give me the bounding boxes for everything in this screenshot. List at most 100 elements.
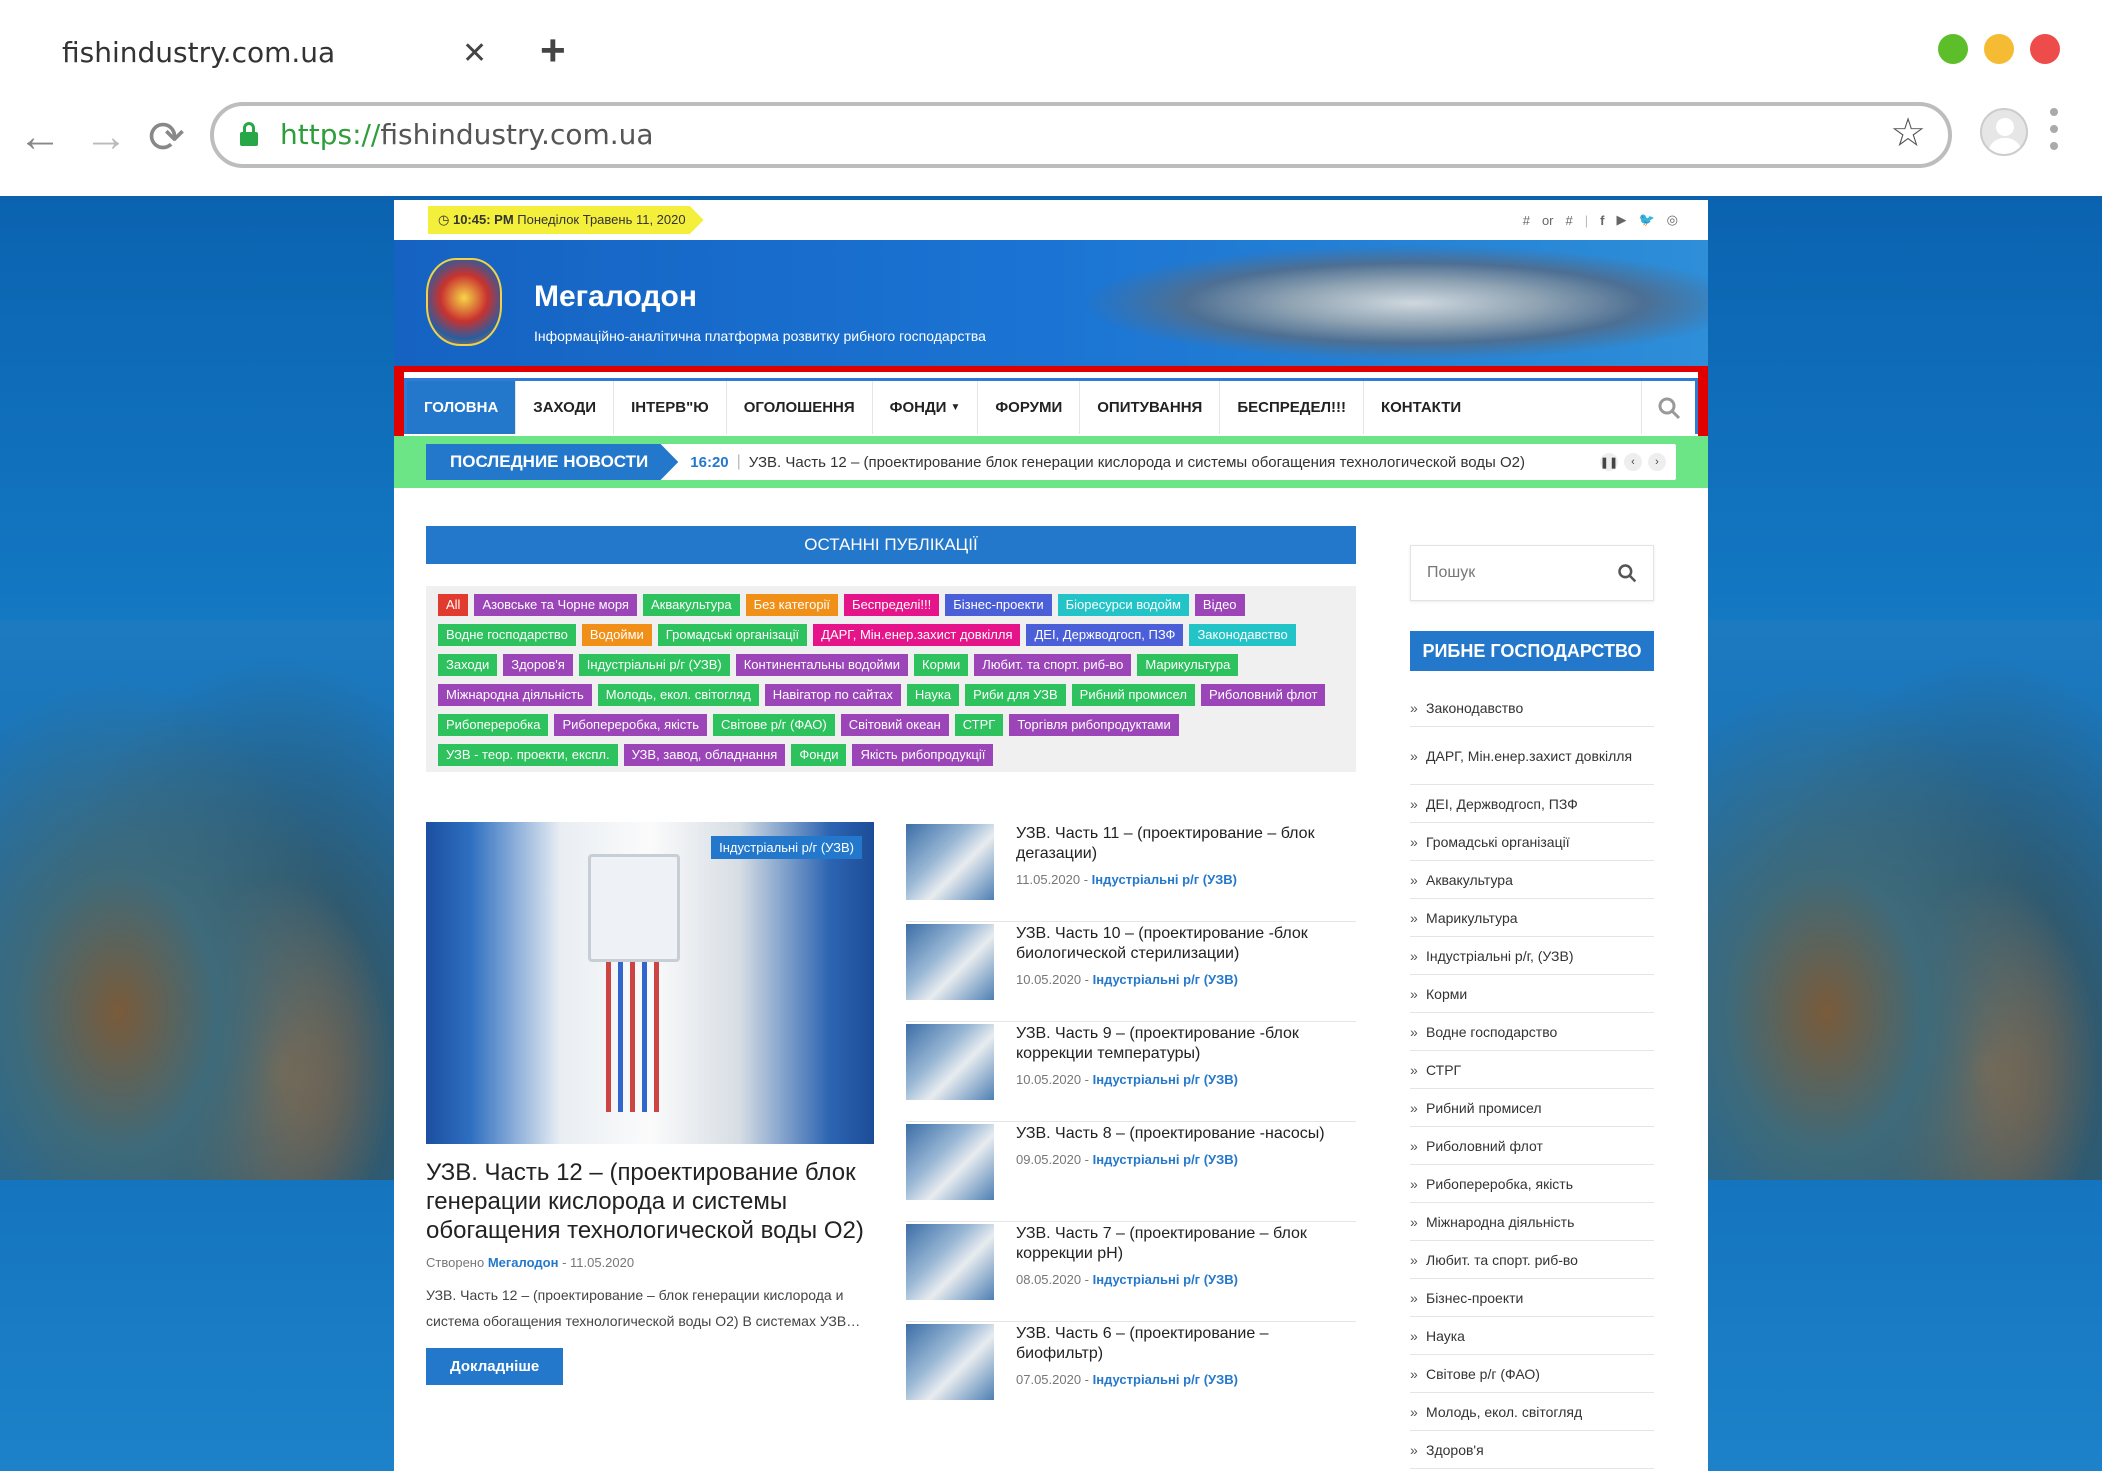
- nav-item-home[interactable]: ГОЛОВНА: [407, 381, 517, 434]
- category-tag[interactable]: Любит. та спорт. риб-во: [974, 654, 1132, 676]
- category-tag[interactable]: Рибопереробка: [438, 714, 549, 736]
- read-more-button[interactable]: Докладніше: [426, 1348, 564, 1385]
- post-thumbnail[interactable]: [906, 1024, 994, 1100]
- youtube-icon[interactable]: ▶: [1616, 212, 1626, 228]
- category-tag[interactable]: Бізнес-проекти: [945, 594, 1052, 616]
- post-thumbnail[interactable]: [906, 924, 994, 1000]
- nav-item-announcements[interactable]: ОГОЛОШЕННЯ: [727, 381, 873, 434]
- login-link[interactable]: #: [1523, 213, 1530, 228]
- post-category-link[interactable]: Індустріальні р/г (УЗВ): [1093, 1152, 1238, 1167]
- category-tag[interactable]: All: [438, 594, 469, 616]
- site-title[interactable]: Мегалодон: [534, 280, 697, 314]
- sidebar-category-link[interactable]: ДАРГ, Мін.енер.захист довкілля: [1410, 727, 1654, 785]
- category-tag[interactable]: Корми: [914, 654, 969, 676]
- nav-item-polls[interactable]: ОПИТУВАННЯ: [1080, 381, 1221, 434]
- category-tag[interactable]: Рибний промисел: [1071, 684, 1195, 706]
- nav-search-button[interactable]: [1641, 381, 1695, 434]
- nav-item-interview[interactable]: ІНТЕРВ"Ю: [614, 381, 727, 434]
- category-tag[interactable]: ДАРГ, Мін.енер.захист довкілля: [813, 624, 1021, 646]
- category-tag[interactable]: Риболовний флот: [1200, 684, 1326, 706]
- sidebar-category-link[interactable]: Аквакультура: [1410, 861, 1654, 899]
- next-icon[interactable]: ›: [1648, 453, 1666, 471]
- category-tag[interactable]: Законодавство: [1189, 624, 1296, 646]
- sidebar-category-link[interactable]: Бізнес-проекти: [1410, 1279, 1654, 1317]
- sidebar-category-link[interactable]: ДЕІ, Держводгосп, ПЗФ: [1410, 785, 1654, 823]
- category-tag[interactable]: Водне господарство: [438, 624, 576, 646]
- sidebar-category-link[interactable]: Наука: [1410, 1317, 1654, 1355]
- sidebar-category-link[interactable]: Рибопереробка, якість: [1410, 1165, 1654, 1203]
- window-minimize-dot[interactable]: [1938, 34, 1968, 64]
- window-close-dot[interactable]: [2030, 34, 2060, 64]
- category-tag[interactable]: Здоров'я: [503, 654, 573, 676]
- nav-item-events[interactable]: ЗАХОДИ: [516, 381, 615, 434]
- sidebar-category-link[interactable]: Законодавство: [1410, 689, 1654, 727]
- tab-close-icon[interactable]: ✕: [462, 36, 487, 71]
- post-title[interactable]: УЗВ. Часть 8 – (проектирование -насосы): [1016, 1124, 1325, 1144]
- address-bar[interactable]: https://fishindustry.com.ua ☆: [210, 102, 1952, 168]
- post-category-link[interactable]: Індустріальні р/г (УЗВ): [1093, 1372, 1238, 1387]
- author-link[interactable]: Мегалодон: [488, 1255, 559, 1270]
- category-tag[interactable]: Без категорії: [745, 594, 839, 616]
- sidebar-category-link[interactable]: Водне господарство: [1410, 1013, 1654, 1051]
- post-title[interactable]: УЗВ. Часть 6 – (проектирование – биофиль…: [1016, 1324, 1356, 1364]
- nav-item-forums[interactable]: ФОРУМИ: [978, 381, 1081, 434]
- facebook-icon[interactable]: f: [1600, 213, 1604, 228]
- category-tag[interactable]: УЗВ - теор. проекти, експл.: [438, 744, 618, 766]
- category-tag[interactable]: Біоресурси водойм: [1057, 594, 1189, 616]
- sidebar-search-input[interactable]: Пошук: [1410, 545, 1654, 601]
- new-tab-icon[interactable]: +: [540, 26, 566, 76]
- post-thumbnail[interactable]: [906, 1224, 994, 1300]
- menu-kebab-icon[interactable]: [2050, 108, 2058, 159]
- tab-title[interactable]: fishindustry.com.ua: [62, 36, 335, 69]
- featured-title[interactable]: УЗВ. Часть 12 – (проектирование блок ген…: [426, 1158, 874, 1245]
- category-tag[interactable]: Навігатор по сайтах: [764, 684, 901, 706]
- profile-avatar-icon[interactable]: [1980, 108, 2028, 156]
- nav-item-bespredel[interactable]: БЕСПРЕДЕЛ!!!: [1220, 381, 1364, 434]
- category-tag[interactable]: Молодь, екол. світогляд: [597, 684, 759, 706]
- post-thumbnail[interactable]: [906, 1124, 994, 1200]
- post-title[interactable]: УЗВ. Часть 7 – (проектирование – блок ко…: [1016, 1224, 1356, 1264]
- category-tag[interactable]: Марикультура: [1137, 654, 1239, 676]
- pause-icon[interactable]: ❚❚: [1600, 453, 1618, 471]
- post-title[interactable]: УЗВ. Часть 9 – (проектирование -блок кор…: [1016, 1024, 1356, 1064]
- sidebar-category-link[interactable]: Молодь, екол. світогляд: [1410, 1393, 1654, 1431]
- instagram-icon[interactable]: ◎: [1667, 212, 1678, 228]
- sidebar-category-link[interactable]: Марикультура: [1410, 899, 1654, 937]
- category-tag[interactable]: Якість рибопродукції: [852, 744, 994, 766]
- sidebar-category-link[interactable]: Громадські організації: [1410, 823, 1654, 861]
- sidebar-category-link[interactable]: Рибний промисел: [1410, 1089, 1654, 1127]
- category-tag[interactable]: Світове р/г (ФАО): [712, 714, 835, 736]
- category-tag[interactable]: Фонди: [791, 744, 847, 766]
- sidebar-category-link[interactable]: Корми: [1410, 975, 1654, 1013]
- reload-icon[interactable]: ⟳: [148, 112, 185, 163]
- window-maximize-dot[interactable]: [1984, 34, 2014, 64]
- post-thumbnail[interactable]: [906, 824, 994, 900]
- sidebar-category-link[interactable]: СТРГ: [1410, 1051, 1654, 1089]
- category-tag[interactable]: Світовий океан: [840, 714, 949, 736]
- featured-image[interactable]: Індустріальні р/г (УЗВ): [426, 822, 874, 1144]
- category-tag[interactable]: Риби для УЗВ: [965, 684, 1066, 706]
- post-title[interactable]: УЗВ. Часть 11 – (проектирование – блок д…: [1016, 824, 1356, 864]
- nav-item-funds[interactable]: ФОНДИ ▼: [873, 381, 979, 434]
- category-tag[interactable]: Аквакультура: [642, 594, 740, 616]
- url-text[interactable]: https://fishindustry.com.ua: [280, 118, 654, 151]
- featured-category-badge[interactable]: Індустріальні р/г (УЗВ): [711, 836, 862, 859]
- category-tag[interactable]: СТРГ: [954, 714, 1004, 736]
- forward-icon[interactable]: →: [84, 112, 128, 162]
- category-tag[interactable]: Наука: [906, 684, 960, 706]
- post-thumbnail[interactable]: [906, 1324, 994, 1400]
- twitter-icon[interactable]: 🐦: [1638, 212, 1654, 228]
- category-tag[interactable]: УЗВ, завод, обладнання: [623, 744, 786, 766]
- category-tag[interactable]: Беспределі!!!: [844, 594, 940, 616]
- nav-item-contacts[interactable]: КОНТАКТИ: [1364, 381, 1478, 434]
- category-tag[interactable]: ДЕІ, Держводгосп, ПЗФ: [1026, 624, 1184, 646]
- category-tag[interactable]: Індустріальні р/г (УЗВ): [578, 654, 730, 676]
- category-tag[interactable]: Міжнародна діяльність: [438, 684, 592, 706]
- post-category-link[interactable]: Індустріальні р/г (УЗВ): [1093, 972, 1238, 987]
- category-tag[interactable]: Водойми: [581, 624, 652, 646]
- category-tag[interactable]: Заходи: [438, 654, 498, 676]
- sidebar-category-link[interactable]: Риболовний флот: [1410, 1127, 1654, 1165]
- sidebar-category-link[interactable]: Любит. та спорт. риб-во: [1410, 1241, 1654, 1279]
- sidebar-category-link[interactable]: Індустріальні р/г, (УЗВ): [1410, 937, 1654, 975]
- prev-icon[interactable]: ‹: [1624, 453, 1642, 471]
